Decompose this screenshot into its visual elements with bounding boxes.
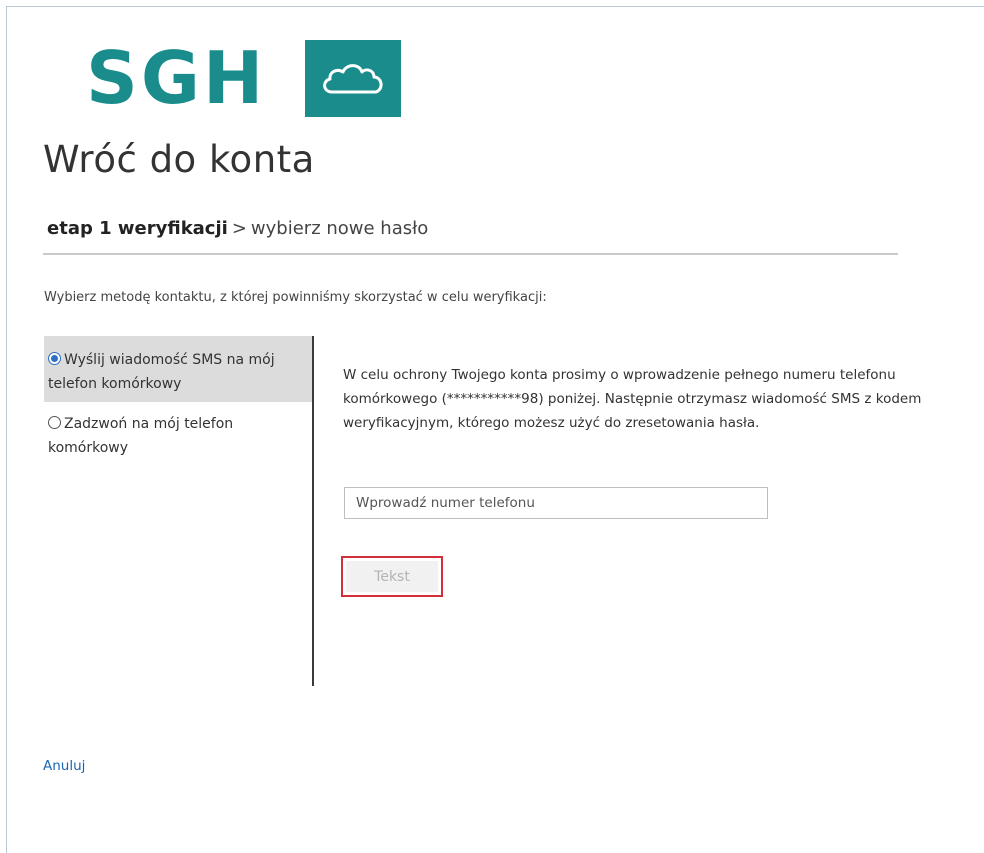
verification-description: W celu ochrony Twojego konta prosimy o w… (343, 367, 922, 431)
contact-method-list: Wyślij wiadomość SMS na mój telefon komó… (44, 336, 314, 686)
radio-checked-icon[interactable] (48, 352, 61, 365)
cloud-logo-icon (305, 40, 401, 117)
submit-button-label: Tekst (346, 561, 438, 592)
method-option-call-label: Zadzwoń na mój telefon komórkowy (48, 416, 234, 456)
method-option-sms-label: Wyślij wiadomość SMS na mój telefon komó… (48, 352, 275, 392)
submit-button[interactable]: Tekst (341, 556, 443, 597)
phone-number-input[interactable] (344, 487, 768, 519)
breadcrumb-current-step: etap 1 weryfikacji (47, 218, 228, 239)
breadcrumb-divider (43, 253, 898, 255)
breadcrumb-separator: > (231, 218, 247, 239)
radio-unchecked-icon[interactable] (48, 416, 61, 429)
method-option-sms[interactable]: Wyślij wiadomość SMS na mój telefon komó… (44, 336, 312, 402)
sgh-logo: SGH (86, 36, 267, 120)
breadcrumb: etap 1 weryfikacji > wybierz nowe hasło (47, 216, 428, 242)
instruction-text: Wybierz metodę kontaktu, z której powinn… (44, 290, 547, 305)
breadcrumb-next-step: wybierz nowe hasło (250, 218, 429, 239)
page-title: Wróć do konta (43, 138, 315, 181)
method-option-call[interactable]: Zadzwoń na mój telefon komórkowy (44, 402, 312, 468)
cancel-link[interactable]: Anuluj (43, 756, 85, 776)
